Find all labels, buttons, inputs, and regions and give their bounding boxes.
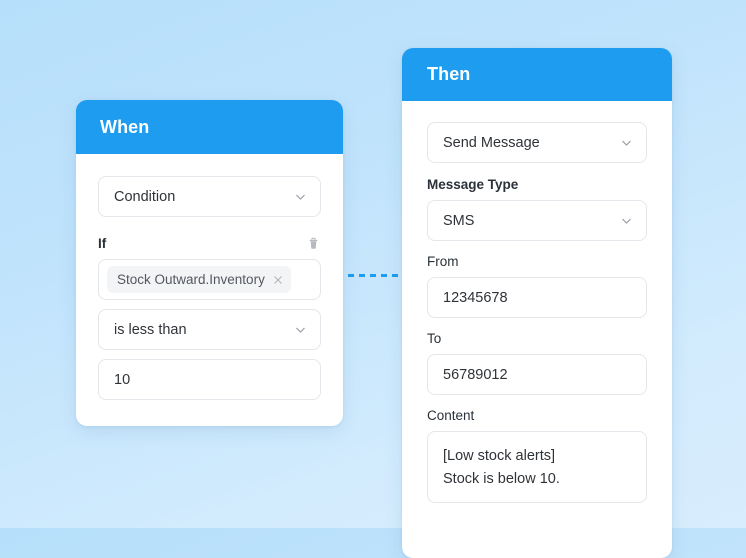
- trash-icon[interactable]: [305, 235, 321, 252]
- condition-operator-select-value: is less than: [114, 321, 187, 338]
- condition-value-input-value: 10: [114, 371, 131, 388]
- from-label: From: [427, 254, 459, 269]
- card-connector-dashed-line: [348, 274, 400, 277]
- from-input[interactable]: 12345678: [427, 277, 647, 318]
- if-row: If: [98, 234, 321, 252]
- message-type-select-value: SMS: [443, 212, 475, 229]
- chevron-down-icon: [620, 136, 633, 149]
- chevron-down-icon: [294, 323, 307, 336]
- close-icon[interactable]: [272, 273, 285, 286]
- then-card-body: Send Message Message Type SMS From 12345…: [402, 101, 672, 503]
- when-card-header: When: [76, 100, 343, 154]
- when-card: When Condition If Stock Outward.Inventor…: [76, 100, 343, 426]
- chevron-down-icon: [620, 214, 633, 227]
- condition-value-input[interactable]: 10: [98, 359, 321, 400]
- to-input[interactable]: 56789012: [427, 354, 647, 395]
- when-card-body: Condition If Stock Outward.Inventory is …: [76, 154, 343, 400]
- action-type-select-value: Send Message: [443, 134, 540, 151]
- to-label: To: [427, 331, 442, 346]
- if-label: If: [98, 235, 107, 251]
- field-token-label: Stock Outward.Inventory: [117, 272, 265, 287]
- to-input-value: 56789012: [443, 366, 508, 383]
- content-line-2: Stock is below 10.: [443, 471, 560, 487]
- condition-field-input[interactable]: Stock Outward.Inventory: [98, 259, 321, 300]
- action-type-select[interactable]: Send Message: [427, 122, 647, 163]
- then-card-title: Then: [427, 64, 471, 84]
- field-token[interactable]: Stock Outward.Inventory: [107, 266, 291, 293]
- automation-rule-canvas: When Condition If Stock Outward.Inventor…: [0, 0, 746, 558]
- condition-operator-select[interactable]: is less than: [98, 309, 321, 350]
- content-label: Content: [427, 408, 475, 423]
- content-textarea[interactable]: [Low stock alerts] Stock is below 10.: [427, 431, 647, 503]
- condition-type-select[interactable]: Condition: [98, 176, 321, 217]
- then-card-header: Then: [402, 48, 672, 101]
- from-input-value: 12345678: [443, 289, 508, 306]
- message-type-select[interactable]: SMS: [427, 200, 647, 241]
- chevron-down-icon: [294, 190, 307, 203]
- content-line-1: [Low stock alerts]: [443, 448, 556, 464]
- message-type-label: Message Type: [427, 177, 519, 192]
- when-card-title: When: [100, 116, 150, 137]
- then-card: Then Send Message Message Type SMS From …: [402, 48, 672, 558]
- condition-type-select-value: Condition: [114, 188, 176, 205]
